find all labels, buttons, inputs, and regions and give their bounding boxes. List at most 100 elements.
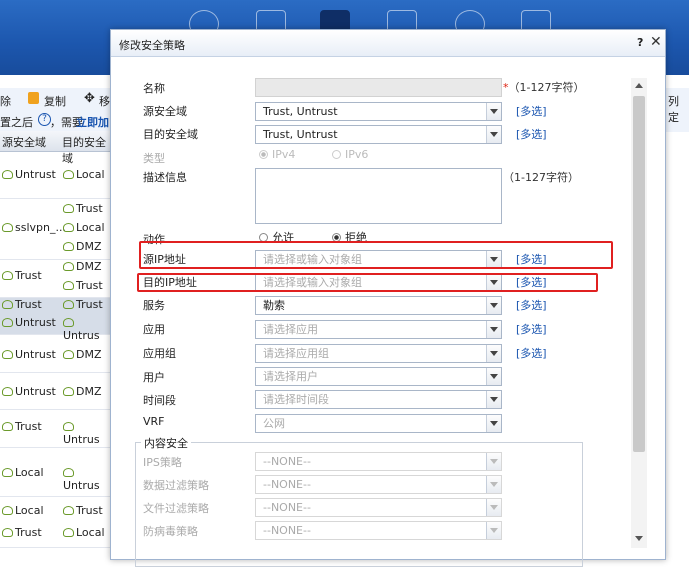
help-icon[interactable]: ?	[637, 36, 643, 49]
table-row[interactable]: sslvpn_... Trust Local DMZ	[0, 199, 110, 260]
chevron-down-icon[interactable]	[486, 321, 501, 338]
close-icon[interactable]: ✕	[650, 34, 662, 50]
type-ipv4-radio[interactable]: IPv4	[259, 148, 295, 161]
dst-zone-select[interactable]: Trust, Untrust	[255, 125, 502, 144]
background-right-column: 列定	[666, 88, 689, 560]
move-button[interactable]: 移	[99, 93, 110, 109]
user-select[interactable]: 请选择用户	[255, 367, 502, 386]
zone-label: sslvpn_...	[2, 221, 66, 234]
chevron-down-icon[interactable]	[486, 453, 501, 470]
delete-button[interactable]: 除	[0, 93, 11, 109]
chevron-down-icon[interactable]	[486, 103, 501, 120]
dst-zone-label: 目的安全域	[143, 128, 198, 141]
ips-policy-label: IPS策略	[143, 456, 182, 469]
table-row[interactable]: Untrust DMZ	[0, 335, 110, 373]
application-multiselect-link[interactable]: [多选]	[516, 321, 547, 337]
vrf-select[interactable]: 公网	[255, 414, 502, 433]
table-row[interactable]: Trust Untrus	[0, 410, 110, 448]
zone-label: DMZ	[63, 348, 102, 361]
zone-label: Local	[63, 221, 105, 234]
copy-button[interactable]: 复制	[44, 93, 66, 109]
zone-label: Local	[2, 466, 44, 479]
name-hint: （1-127字符）	[508, 81, 585, 94]
table-row[interactable]: Untrust Local	[0, 151, 110, 199]
chevron-down-icon[interactable]	[486, 522, 501, 539]
apply-now-link[interactable]: 立即加	[76, 114, 109, 130]
chevron-down-icon[interactable]	[486, 499, 501, 516]
description-label: 描述信息	[143, 171, 187, 184]
ips-policy-select[interactable]: --NONE--	[255, 452, 502, 471]
chevron-down-icon[interactable]	[486, 345, 501, 362]
zone-label: Trust	[63, 504, 103, 517]
data-filter-policy-select[interactable]: --NONE--	[255, 475, 502, 494]
dst-zone-value: Trust, Untrust	[263, 128, 338, 141]
chevron-down-icon[interactable]	[486, 126, 501, 143]
application-select[interactable]: 请选择应用	[255, 320, 502, 339]
antivirus-policy-select[interactable]: --NONE--	[255, 521, 502, 540]
scrollbar-thumb[interactable]	[633, 96, 645, 452]
user-placeholder: 请选择用户	[263, 370, 318, 383]
src-zone-value: Trust, Untrust	[263, 105, 338, 118]
zone-label: Local	[63, 168, 105, 181]
service-multiselect-link[interactable]: [多选]	[516, 297, 547, 313]
src-zone-label: 源安全域	[143, 105, 187, 118]
time-range-select[interactable]: 请选择时间段	[255, 390, 502, 409]
src-zone-multiselect-link[interactable]: [多选]	[516, 103, 547, 119]
description-textarea[interactable]	[255, 168, 502, 224]
chevron-down-icon[interactable]	[486, 391, 501, 408]
chevron-down-icon[interactable]	[486, 415, 501, 432]
zone-label: Trust	[2, 269, 42, 282]
zone-label: Trust	[63, 298, 103, 311]
zone-label: Untrust	[2, 316, 56, 329]
vrf-label: VRF	[143, 415, 165, 428]
name-label: 名称	[143, 82, 165, 95]
description-hint: （1-127字符）	[503, 171, 579, 184]
zone-label: DMZ	[63, 260, 102, 273]
dialog-scrollbar[interactable]	[631, 78, 647, 548]
type-ipv6-radio[interactable]: IPv6	[332, 148, 368, 161]
scroll-down-icon[interactable]	[635, 536, 643, 541]
zone-label: Local	[63, 526, 105, 539]
table-row[interactable]: Trust DMZ Trust	[0, 260, 110, 298]
zone-label: Untrus	[63, 466, 110, 492]
table-row[interactable]: Local Trust Trust Local	[0, 497, 110, 548]
ips-policy-value: --NONE--	[263, 455, 311, 468]
type-label: 类型	[143, 152, 165, 165]
column-settings-label[interactable]: 列定	[668, 93, 689, 125]
time-range-placeholder: 请选择时间段	[263, 393, 329, 406]
highlight-box-dst-ip	[137, 273, 598, 292]
scroll-up-icon[interactable]	[635, 83, 643, 88]
table-row[interactable]: Local Untrus	[0, 448, 110, 497]
file-filter-policy-select[interactable]: --NONE--	[255, 498, 502, 517]
vrf-value: 公网	[263, 417, 285, 430]
zone-label: Untrust	[2, 385, 56, 398]
edit-security-policy-dialog: 修改安全策略 ? ✕ 名称 *（1-127字符） 源安全域 Trust, Unt…	[110, 29, 666, 567]
move-icon: ✥	[84, 91, 95, 106]
service-label: 服务	[143, 299, 165, 312]
zone-label: DMZ	[63, 240, 102, 253]
zone-label: Trust	[63, 202, 103, 215]
highlight-box-src-ip	[139, 241, 613, 269]
dst-zone-multiselect-link[interactable]: [多选]	[516, 126, 547, 142]
table-row-selected[interactable]: Trust Untrust Trust Untrus	[0, 298, 110, 342]
zone-label: DMZ	[63, 385, 102, 398]
time-range-label: 时间段	[143, 394, 176, 407]
chevron-down-icon[interactable]	[486, 476, 501, 493]
app-group-multiselect-link[interactable]: [多选]	[516, 345, 547, 361]
table-row[interactable]: Untrust DMZ	[0, 373, 110, 410]
zone-label: Trust	[2, 420, 42, 433]
zone-label: Trust	[63, 279, 103, 292]
src-zone-select[interactable]: Trust, Untrust	[255, 102, 502, 121]
column-header-src-zone[interactable]: 源安全域	[2, 134, 46, 150]
app-group-select[interactable]: 请选择应用组	[255, 344, 502, 363]
chevron-down-icon[interactable]	[486, 368, 501, 385]
service-select[interactable]: 勒索	[255, 296, 502, 315]
name-input[interactable]	[255, 78, 502, 97]
dialog-title: 修改安全策略	[119, 39, 185, 52]
antivirus-policy-value: --NONE--	[263, 524, 311, 537]
application-placeholder: 请选择应用	[263, 323, 318, 336]
chevron-down-icon[interactable]	[486, 297, 501, 314]
dialog-title-bar[interactable]: 修改安全策略 ? ✕	[111, 30, 665, 57]
antivirus-policy-label: 防病毒策略	[143, 525, 198, 538]
zone-label: Untrust	[2, 348, 56, 361]
